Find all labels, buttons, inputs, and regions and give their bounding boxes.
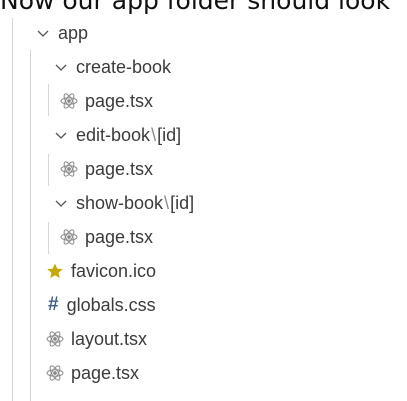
folder-label: show-book	[76, 192, 164, 213]
path-separator: \	[151, 124, 157, 145]
folder-create-book[interactable]: create-book	[0, 50, 171, 84]
folder-label: edit-book	[76, 124, 151, 145]
folder-label: create-book	[76, 56, 172, 77]
file-label: page.tsx	[85, 158, 154, 179]
file-label: page.tsx	[85, 90, 154, 111]
folder-label: app	[58, 22, 89, 43]
file-label: globals.css	[66, 294, 156, 315]
file-page-tsx[interactable]: page.tsx	[0, 356, 139, 390]
hash-icon: #	[48, 294, 59, 315]
react-icon	[46, 364, 64, 382]
chevron-down-icon[interactable]	[36, 26, 50, 40]
file-label: layout.tsx	[71, 328, 148, 349]
file-label: page.tsx	[85, 226, 154, 247]
file-explorer-tree: app create-book page.tsx edit-book \ [id…	[0, 0, 407, 401]
file-globals-css[interactable]: # globals.css	[0, 288, 156, 322]
file-favicon[interactable]: favicon.ico	[0, 254, 156, 288]
file-edit-book-page[interactable]: page.tsx	[0, 152, 153, 186]
chevron-down-icon[interactable]	[54, 128, 68, 142]
react-icon	[60, 160, 78, 178]
chevron-down-icon[interactable]	[54, 196, 68, 210]
react-icon	[46, 330, 64, 348]
react-icon	[60, 228, 78, 246]
react-icon	[60, 92, 78, 110]
folder-edit-book-id[interactable]: edit-book \ [id]	[0, 118, 181, 152]
file-layout-tsx[interactable]: layout.tsx	[0, 322, 147, 356]
file-label: page.tsx	[71, 362, 140, 383]
folder-show-book-id[interactable]: show-book \ [id]	[0, 186, 194, 220]
folder-suffix: [id]	[170, 192, 195, 213]
chevron-down-icon[interactable]	[54, 60, 68, 74]
file-label: favicon.ico	[71, 260, 157, 281]
folder-suffix: [id]	[157, 124, 182, 145]
path-separator: \	[164, 192, 170, 213]
star-icon	[46, 262, 64, 280]
file-show-book-page[interactable]: page.tsx	[0, 220, 153, 254]
file-create-book-page[interactable]: page.tsx	[0, 84, 153, 118]
folder-app[interactable]: app	[0, 16, 88, 50]
